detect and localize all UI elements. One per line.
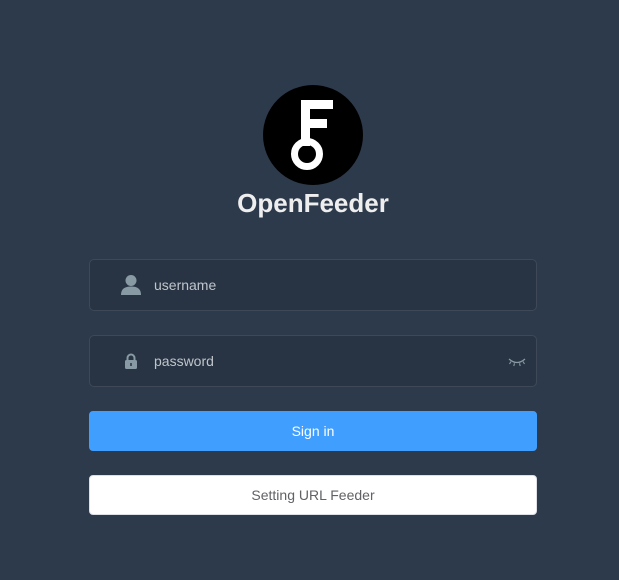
password-input[interactable] [154,336,494,386]
app-title: OpenFeeder [237,188,389,218]
password-field[interactable] [89,335,537,387]
sign-in-button[interactable]: Sign in [89,411,537,451]
username-input[interactable] [154,260,494,310]
user-icon [120,274,142,296]
openfeeder-logo [263,85,363,185]
login-page: OpenFeeder username Sign in Setting URL … [0,0,619,580]
lock-icon [120,350,142,372]
username-field[interactable] [89,259,537,311]
key-logo-icon [291,100,333,170]
setting-url-feeder-button[interactable]: Setting URL Feeder [89,475,537,515]
eye-closed-icon[interactable] [508,354,526,368]
